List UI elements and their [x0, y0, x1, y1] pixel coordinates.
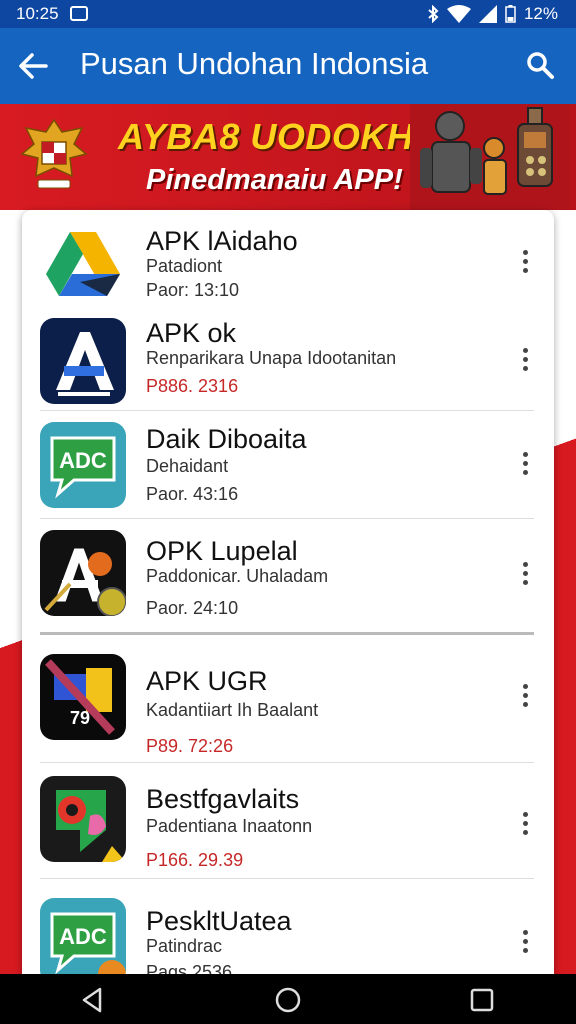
more-options-icon[interactable] [518, 452, 532, 478]
divider [40, 410, 534, 411]
battery-icon [505, 5, 516, 23]
drive-logo-icon [40, 222, 126, 308]
apk-ugr-logo-icon: 79 [40, 654, 126, 740]
app-meta: P886. 2316 [146, 376, 239, 396]
list-item[interactable]: Bestfgavlaits Padentiana Inaatonn P166. … [22, 764, 554, 878]
svg-text:79: 79 [70, 708, 90, 728]
app-name: OPK Lupelal [146, 536, 298, 566]
home-nav-icon[interactable] [274, 986, 302, 1014]
garuda-emblem-icon [20, 118, 88, 189]
app-meta: Paor. 24:10 [146, 598, 239, 618]
status-time: 10:25 [16, 4, 59, 23]
banner-subline: Pinedmanaiu APP! [146, 164, 403, 196]
icon-label: ADC [59, 924, 107, 949]
search-icon[interactable] [524, 50, 556, 82]
signal-icon [478, 5, 497, 23]
app-name: APK ok [146, 318, 237, 348]
list-item[interactable]: APK lAidaho Patadiont Paor: 13:10 [22, 210, 554, 308]
app-bar: Pusan Undohan Indonsia [0, 28, 576, 104]
app-subtitle: Padentiana Inaatonn [146, 816, 313, 836]
app-meta: P89. 72:26 [146, 736, 234, 756]
adc-chat-logo-icon: ADC [40, 422, 126, 508]
app-subtitle: Patindrac [146, 936, 223, 956]
system-nav-bar [0, 974, 576, 1024]
list-item[interactable]: ADC PeskltUatea Patindrac Pags 2536 [22, 880, 554, 974]
list-item[interactable]: OPK Lupelal Paddonicar. Uhaladam Paor. 2… [22, 520, 554, 632]
app-meta: P166. 29.39 [146, 850, 244, 870]
app-subtitle: Paddonicar. Uhaladam [146, 566, 329, 586]
app-name: APK UGR [146, 666, 268, 696]
more-options-icon[interactable] [518, 930, 532, 956]
more-options-icon[interactable] [518, 250, 532, 276]
recents-nav-icon[interactable] [468, 986, 496, 1014]
app-subtitle: Kadantiiart Ih Baalant [146, 700, 319, 720]
more-options-icon[interactable] [518, 684, 532, 710]
icon-label: ADC [59, 448, 107, 473]
divider [40, 518, 534, 519]
app-subtitle: Patadiont [146, 256, 223, 276]
app-name: Daik Diboaita [146, 424, 307, 454]
map-pin-logo-icon [40, 776, 126, 862]
app-meta: Paor: 13:10 [146, 280, 240, 300]
divider [40, 878, 534, 879]
back-arrow-icon[interactable] [16, 50, 50, 82]
more-options-icon[interactable] [518, 812, 532, 838]
divider [40, 762, 534, 763]
apk-a-logo-icon [40, 318, 126, 404]
status-bar: 10:25 12% [0, 0, 576, 28]
notification-icon [70, 6, 88, 21]
adc-chat-logo-icon: ADC [40, 898, 126, 974]
app-name: PeskltUatea [146, 906, 292, 936]
list-item[interactable]: ADC Daik Diboaita Dehaidant Paor. 43:16 [22, 412, 554, 518]
more-options-icon[interactable] [518, 348, 532, 374]
app-name: Bestfgavlaits [146, 784, 300, 814]
app-name: APK lAidaho [146, 226, 298, 256]
list-item[interactable]: 79 APK UGR Kadantiiart Ih Baalant P89. 7… [22, 636, 554, 762]
app-meta: Pags 2536 [146, 962, 233, 974]
list-item[interactable]: APK ok Renparikara Unapa Idootanitan P88… [22, 308, 554, 412]
wifi-icon [446, 5, 471, 23]
robot-illustration-icon [410, 104, 570, 210]
battery-percent: 12% [523, 4, 558, 23]
ap-coin-logo-icon [40, 530, 126, 616]
back-nav-icon[interactable] [78, 986, 106, 1014]
bluetooth-icon [428, 5, 439, 23]
app-meta: Paor. 43:16 [146, 484, 239, 504]
promo-banner[interactable]: AYBA8 UODOKHAN Pinedmanaiu APP! [0, 104, 576, 210]
more-options-icon[interactable] [518, 562, 532, 588]
divider [40, 632, 534, 635]
app-subtitle: Renparikara Unapa Idootanitan [146, 348, 397, 368]
app-subtitle: Dehaidant [146, 456, 229, 476]
page-title: Pusan Undohan Indonsia [80, 46, 429, 81]
app-list: APK lAidaho Patadiont Paor: 13:10 APK ok… [22, 210, 554, 974]
